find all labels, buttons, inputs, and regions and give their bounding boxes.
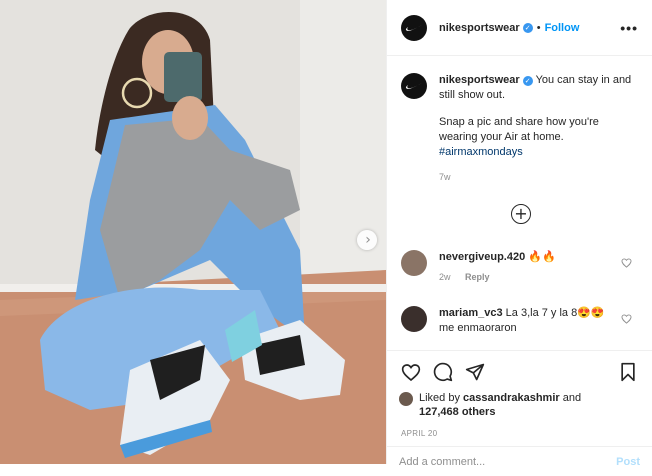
follow-button[interactable]: Follow	[545, 22, 580, 34]
caption-timestamp: 7w	[439, 172, 451, 182]
load-more-comments-button[interactable]: +	[511, 204, 531, 224]
post-date: APRIL 20	[401, 429, 438, 438]
action-icon-row	[399, 359, 640, 385]
caption-username-link[interactable]: nikesportswear	[439, 74, 520, 86]
post-actions: Liked by cassandrakashmir and 127,468 ot…	[387, 350, 652, 438]
separator-dot: •	[536, 21, 541, 34]
chevron-right-icon: ›	[365, 232, 371, 248]
comment-bubble-icon	[433, 362, 453, 382]
likes-summary: Liked by cassandrakashmir and 127,468 ot…	[399, 391, 640, 419]
next-photo-button[interactable]: ›	[357, 230, 377, 250]
comment-body: mariam_vc3 La 3,la 7 y la 8😍😍 me enmaora…	[439, 306, 619, 336]
comment-avatar[interactable]	[401, 306, 427, 332]
nike-swoosh-icon	[405, 83, 422, 89]
likes-text: Liked by cassandrakashmir and 127,468 ot…	[419, 391, 581, 419]
nike-swoosh-icon	[405, 24, 422, 31]
comment-username-link[interactable]: mariam_vc3	[439, 307, 503, 319]
comment-avatar[interactable]	[401, 250, 427, 276]
liker-avatar[interactable]	[399, 392, 413, 406]
likes-and: and	[562, 392, 582, 404]
heart-icon	[401, 363, 421, 381]
bookmark-icon	[621, 362, 635, 382]
post-header: nikesportswear ✓ • Follow •••	[387, 0, 652, 56]
instagram-post: › nikesportswear ✓ • Follow ••• nikespor…	[0, 0, 652, 468]
photo-illustration	[0, 0, 386, 464]
comment-item: nevergiveup.420 🔥🔥 2w Reply	[401, 250, 638, 285]
like-comment-heart-icon[interactable]	[621, 314, 632, 324]
caption-line-2: Snap a pic and share how you're wearing …	[439, 116, 599, 143]
comment-timestamp: 2w	[439, 272, 451, 282]
post-comment-button[interactable]: Post	[616, 456, 640, 468]
comment-meta: 2w Reply	[439, 270, 619, 285]
share-button[interactable]	[463, 360, 487, 384]
account-username-link[interactable]: nikesportswear	[439, 22, 520, 34]
post-side-panel: nikesportswear ✓ • Follow ••• nikesports…	[386, 0, 652, 468]
caption-text: nikesportswear ✓ You can stay in and stil…	[439, 73, 635, 185]
account-avatar[interactable]	[401, 14, 427, 41]
like-comment-heart-icon[interactable]	[621, 258, 632, 268]
comment-body: nevergiveup.420 🔥🔥 2w Reply	[439, 250, 619, 285]
reply-button[interactable]: Reply	[465, 272, 490, 282]
more-options-icon[interactable]: •••	[620, 20, 638, 36]
add-comment-bar: Post	[387, 446, 652, 476]
likes-prefix: Liked by	[419, 392, 460, 404]
caption: nikesportswear ✓ You can stay in and stil…	[401, 73, 638, 185]
likes-count-link[interactable]: 127,468 others	[419, 406, 495, 418]
comment-username-link[interactable]: nevergiveup.420	[439, 251, 525, 263]
verified-badge-icon: ✓	[522, 76, 533, 86]
comment-input[interactable]	[399, 455, 617, 468]
comment-text: 🔥🔥	[528, 251, 556, 263]
post-photo[interactable]: ›	[0, 0, 386, 464]
save-button[interactable]	[616, 360, 640, 384]
comment-item: mariam_vc3 La 3,la 7 y la 8😍😍 me enmaora…	[401, 306, 638, 336]
caption-avatar[interactable]	[401, 73, 427, 99]
comment-button[interactable]	[431, 360, 455, 384]
plus-circle-icon: +	[514, 204, 528, 223]
hashtag-link[interactable]: #airmaxmondays	[439, 145, 635, 160]
like-button[interactable]	[399, 360, 423, 384]
paper-plane-icon	[465, 363, 485, 381]
liker-username-link[interactable]: cassandrakashmir	[463, 392, 560, 404]
verified-badge-icon: ✓	[522, 22, 533, 33]
